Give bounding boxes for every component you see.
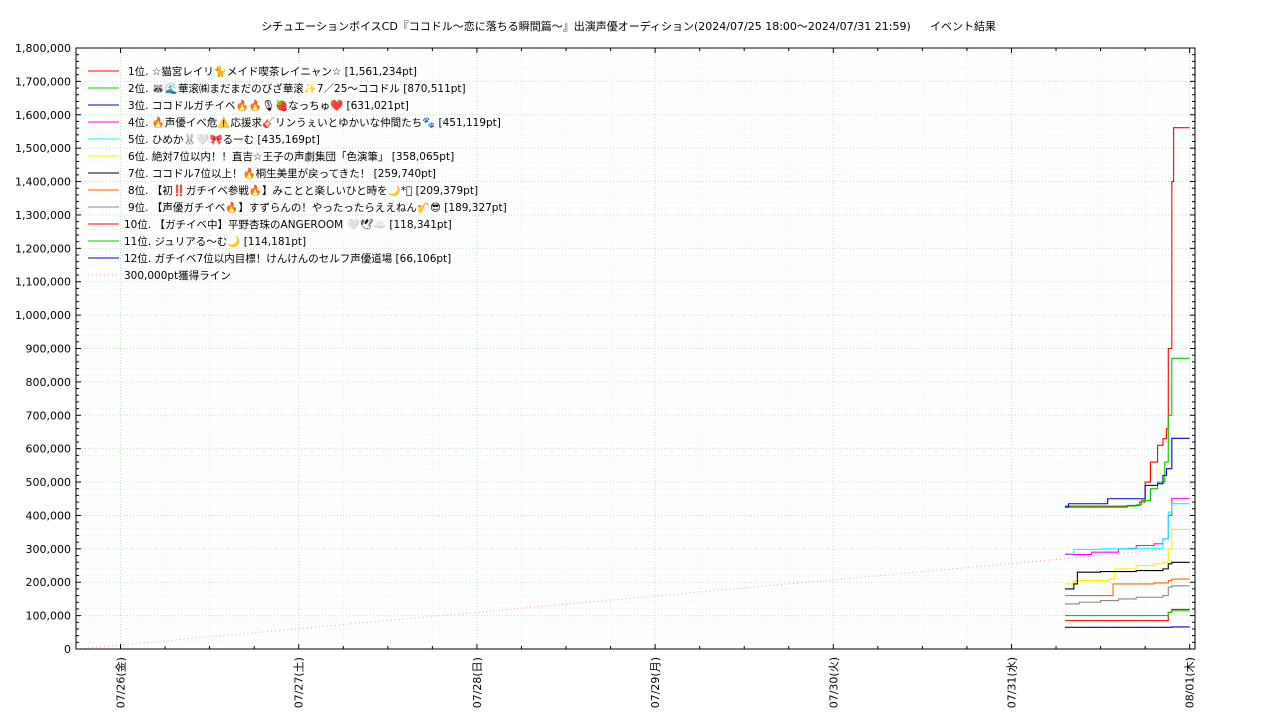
y-tick-label: 1,800,000 <box>15 42 71 55</box>
legend-label: 1位. ☆猫宮レイリ🐈メイド喫茶レイニャン☆ [1,561,234pt] <box>128 65 417 78</box>
series-line-1 <box>1065 128 1190 507</box>
series-line-10 <box>1065 609 1190 620</box>
y-tick-label: 800,000 <box>26 376 72 389</box>
legend-label: 11位. ジュリアる〜む🌙 [114,181pt] <box>124 235 306 248</box>
legend-label: 2位. 🦝🌊華滚㈱まだまだのびざ華滚✨7／25〜ココドル [870,511pt] <box>128 82 466 95</box>
legend-label: 8位. 【初‼️ガチイベ参戦🔥】みことと楽しいひと時を🌙*ﾟ [209,379p… <box>128 184 478 197</box>
y-tick-label: 1,400,000 <box>15 176 71 189</box>
line-chart: シチュエーションボイスCD『ココドル〜恋に落ちる瞬間篇〜』出演声優オーディション… <box>0 0 1280 720</box>
y-tick-label: 1,000,000 <box>15 309 71 322</box>
legend-label: 7位. ココドル7位以上！🔥桐生美里が戻ってきた！ [259,740pt] <box>128 167 436 180</box>
y-tick-label: 300,000 <box>26 543 72 556</box>
y-tick-label: 1,600,000 <box>15 109 71 122</box>
legend-label: 9位. 【声優ガチイベ🔥】すずらんの！やったったらええねん🎷😎 [189,327… <box>128 201 507 214</box>
legend-label: 4位. 🔥声優イベ危⚠️応援求🎸リンうぇいとゆかいな仲間たち🐾 [451,119… <box>128 116 501 129</box>
y-tick-label: 600,000 <box>26 443 72 456</box>
legend: 1位. ☆猫宮レイリ🐈メイド喫茶レイニャン☆ [1,561,234pt] 2位. … <box>88 65 507 282</box>
y-tick-label: 0 <box>64 643 71 656</box>
x-tick-label: 07/28(日) <box>471 657 484 708</box>
legend-label: 12位. ガチイベ7位以内目標！けんけんのセルフ声優道場 [66,106pt] <box>124 252 451 265</box>
x-tick-label: 07/31(水) <box>1005 657 1018 708</box>
x-tick-label: 07/29(月) <box>649 657 662 708</box>
x-tick-label: 07/26(金) <box>114 657 128 708</box>
series-line-13 <box>76 549 1195 649</box>
series-line-9 <box>1065 586 1190 604</box>
legend-label: 300,000pt獲得ライン <box>124 269 231 282</box>
x-tick-label: 07/27(土) <box>293 657 306 708</box>
legend-label: 10位. 【ガチイベ中】平野杏珠のANGEROOM 🤍🕊☁️ [118,341p… <box>124 218 452 231</box>
y-tick-label: 900,000 <box>26 343 72 356</box>
chart-subtitle: イベント結果 <box>930 19 996 33</box>
y-tick-label: 700,000 <box>26 409 72 422</box>
y-tick-label: 1,500,000 <box>15 142 71 155</box>
chart-title: シチュエーションボイスCD『ココドル〜恋に落ちる瞬間篇〜』出演声優オーディション… <box>261 19 911 33</box>
legend-label: 6位. 絶対7位以内！！直吉☆王子の声劇集団「色演筆」 [358,065pt] <box>128 150 454 163</box>
x-tick-label: 07/30(火) <box>827 657 840 708</box>
series-line-7 <box>1065 562 1190 589</box>
y-tick-label: 200,000 <box>26 576 72 589</box>
y-tick-label: 1,100,000 <box>15 276 71 289</box>
series-line-5 <box>1065 504 1190 554</box>
x-tick-label: 08/01(木) <box>1184 657 1197 708</box>
legend-label: 3位. ココドルガチイベ🔥🔥🎙🍓なっちゅ❤️ [631,021pt] <box>128 99 409 112</box>
series-line-2 <box>1065 358 1190 506</box>
series-line-3 <box>1065 438 1190 507</box>
y-tick-label: 1,300,000 <box>15 209 71 222</box>
y-tick-label: 100,000 <box>26 610 72 623</box>
y-tick-label: 500,000 <box>26 476 72 489</box>
y-tick-label: 1,200,000 <box>15 242 71 255</box>
chart-container: シチュエーションボイスCD『ココドル〜恋に落ちる瞬間篇〜』出演声優オーディション… <box>0 0 1280 720</box>
series-line-11 <box>1065 611 1190 616</box>
series-line-6 <box>1065 529 1190 583</box>
y-tick-label: 400,000 <box>26 509 72 522</box>
legend-label: 5位. ひめか🐰🤍🎀るーむ [435,169pt] <box>128 133 320 146</box>
y-tick-label: 1,700,000 <box>15 75 71 88</box>
